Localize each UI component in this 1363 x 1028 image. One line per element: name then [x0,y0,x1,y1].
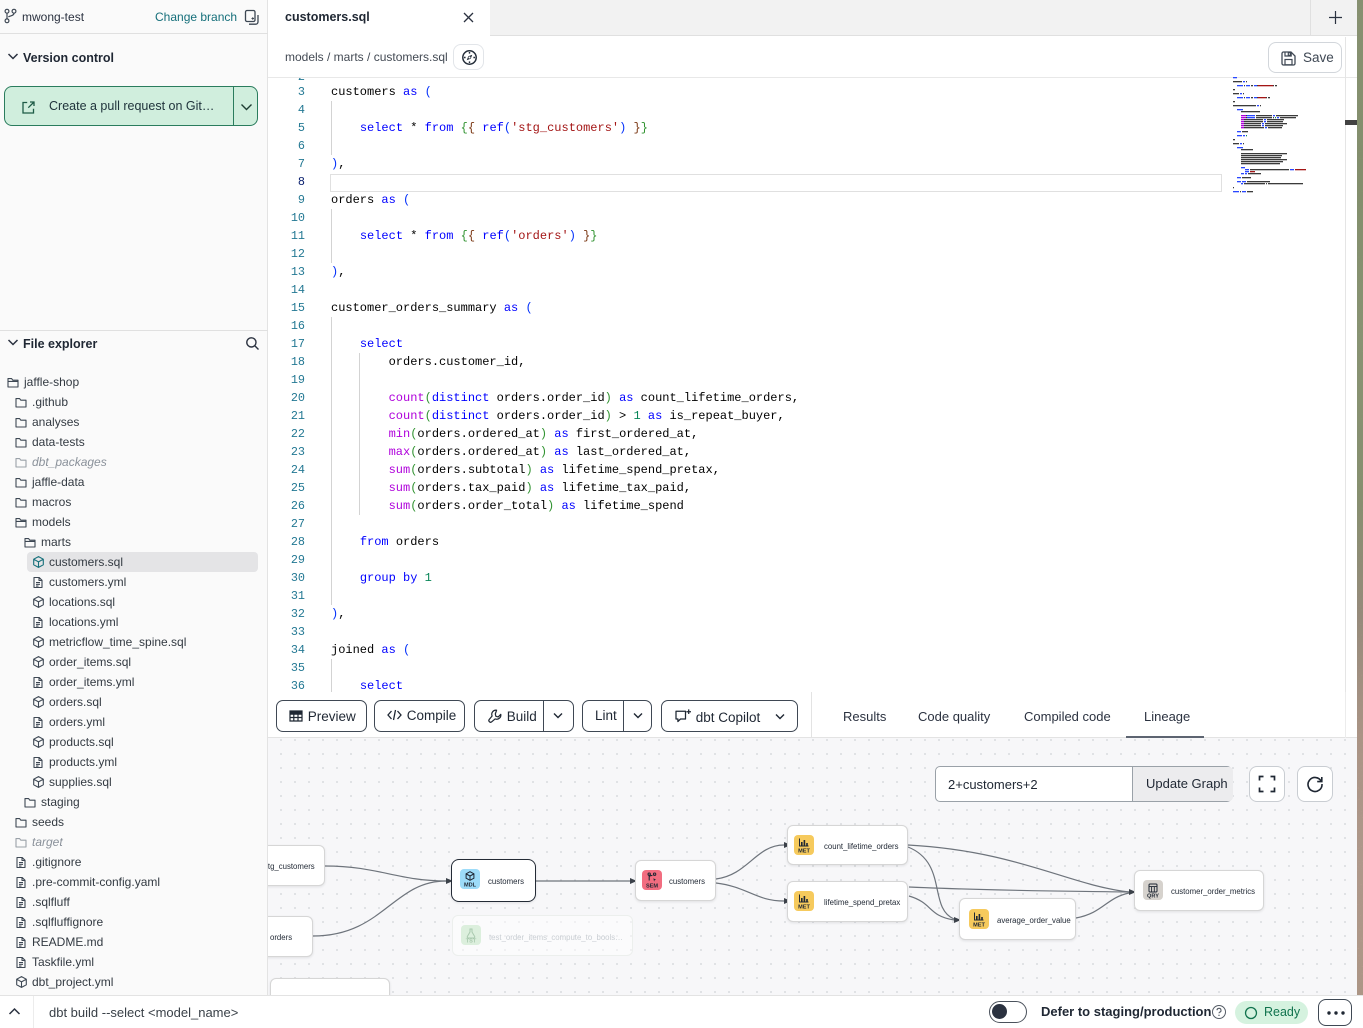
svg-text:TST: TST [466,939,477,945]
svg-text:QRY: QRY [1147,894,1159,900]
svg-text:MET: MET [798,849,810,855]
svg-text:MET: MET [798,905,810,911]
svg-text:SEM: SEM [646,884,658,890]
svg-text:MET: MET [973,923,985,929]
svg-text:MDL: MDL [464,883,477,889]
